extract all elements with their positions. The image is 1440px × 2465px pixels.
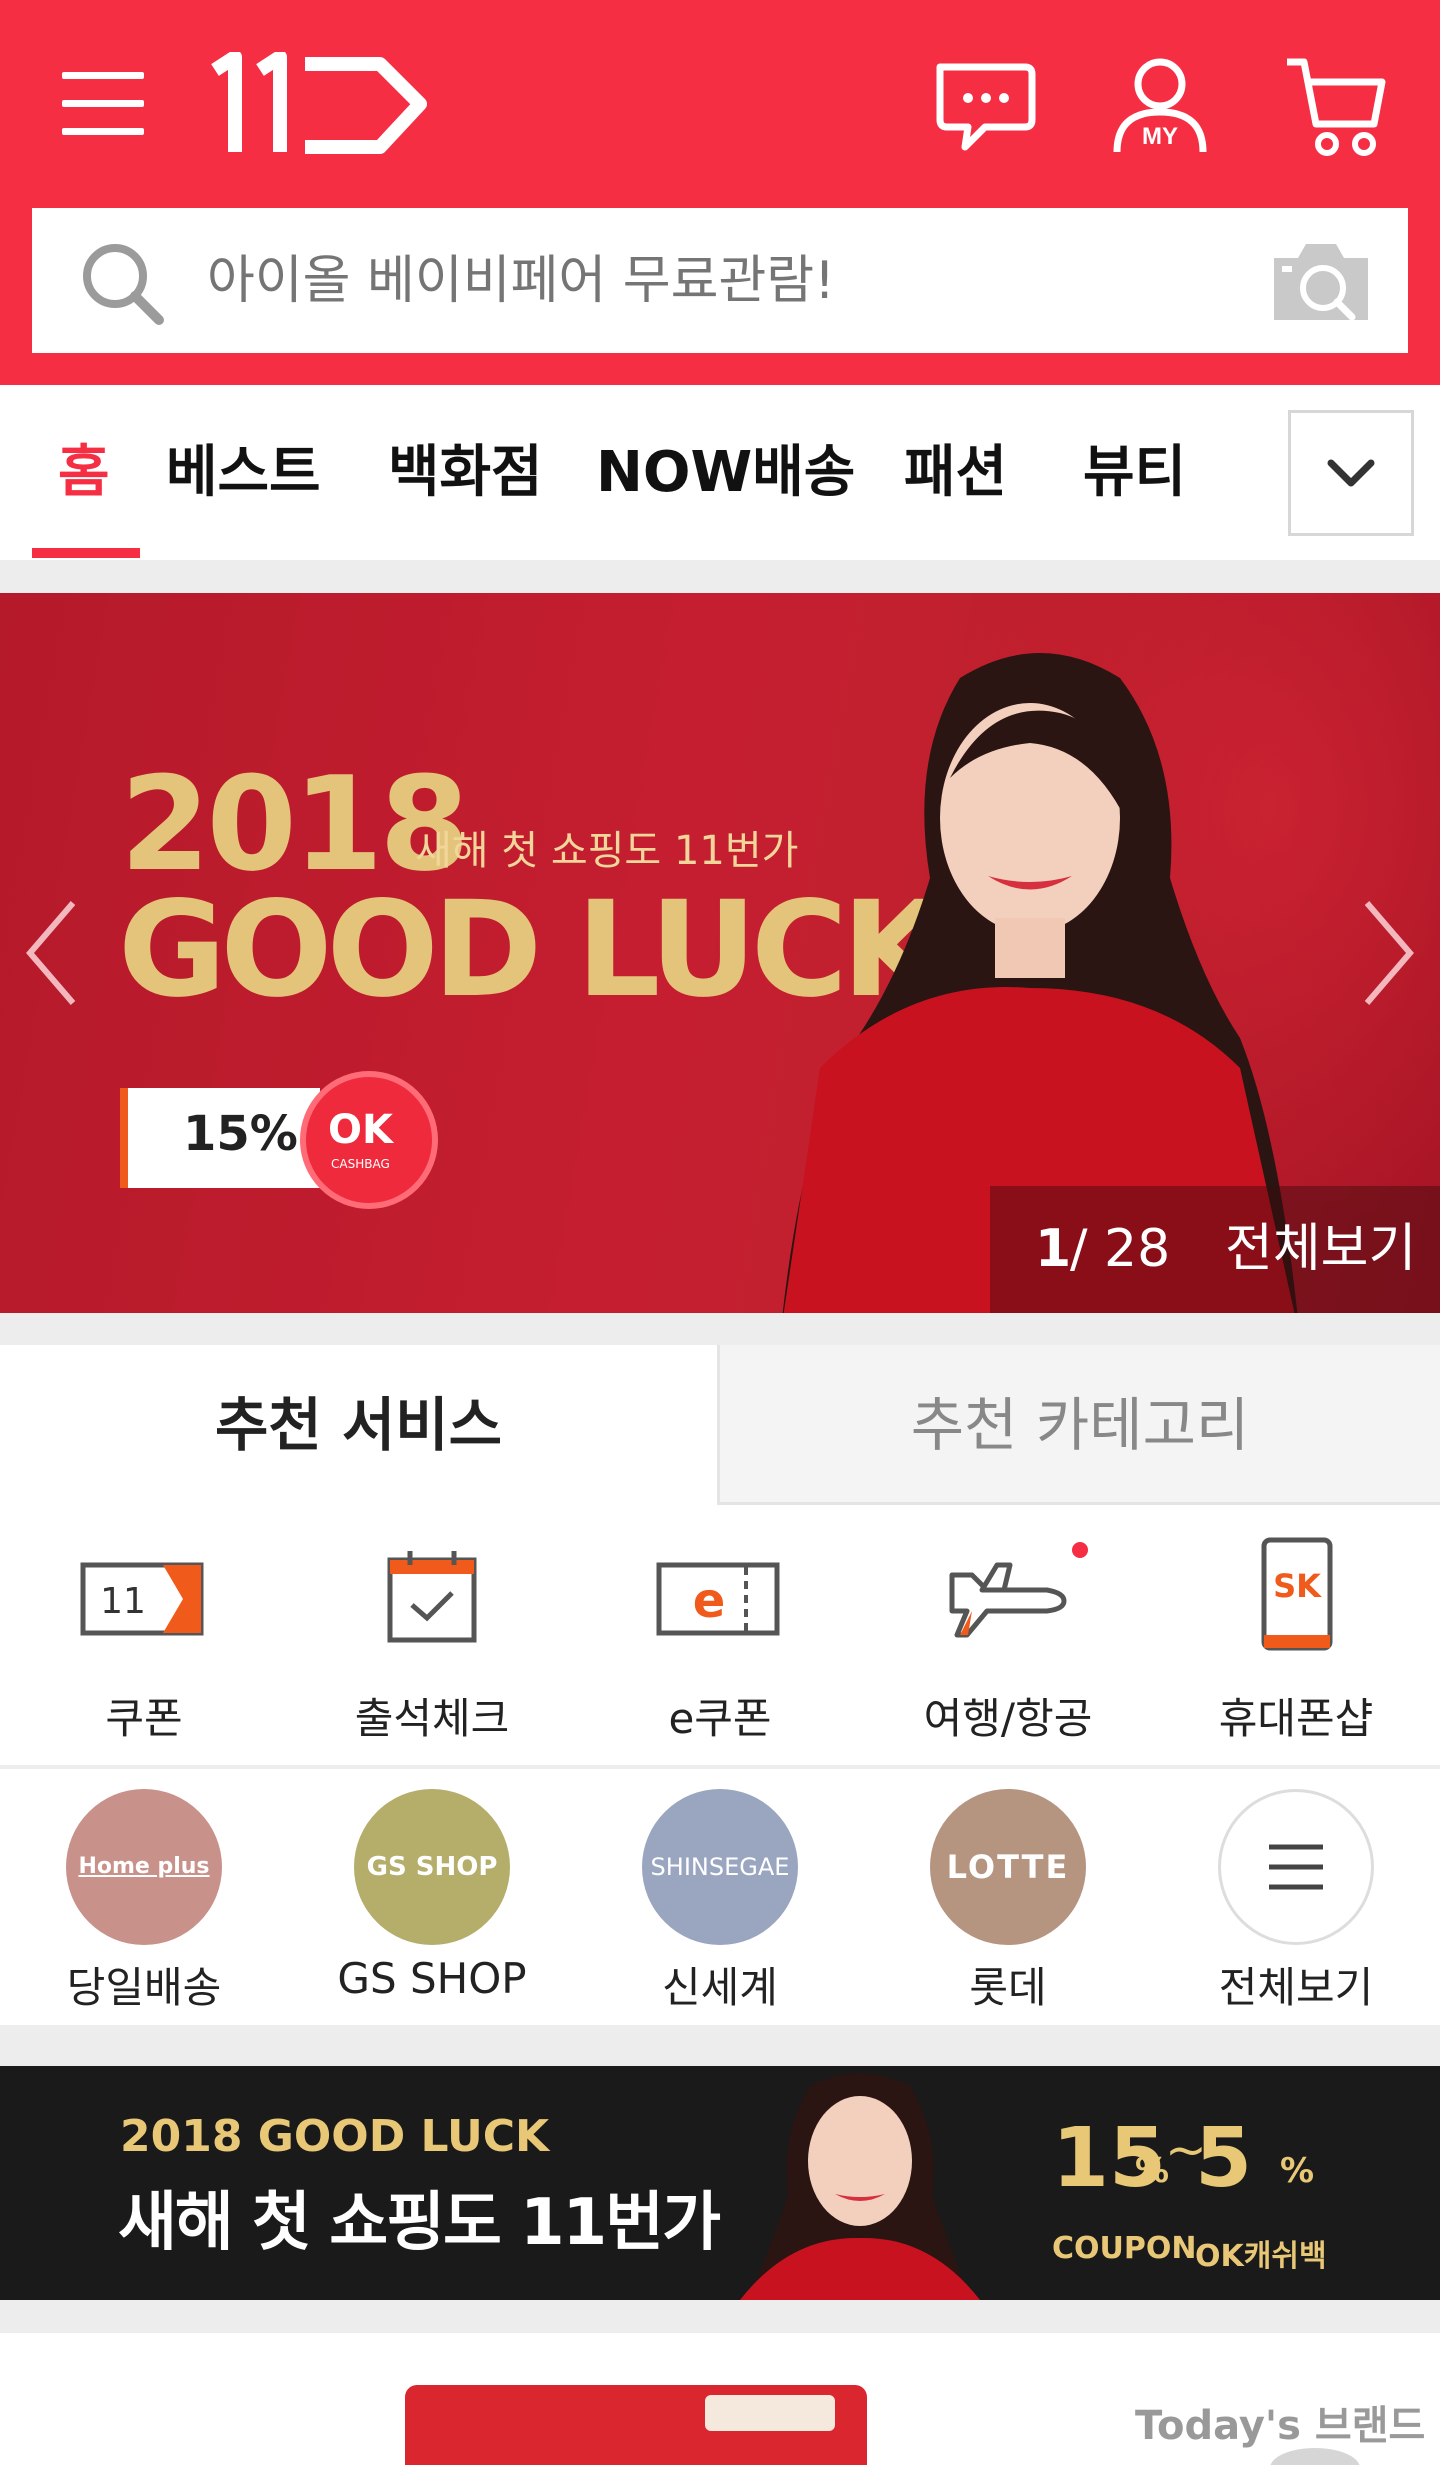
airplane-icon	[949, 1562, 1067, 1638]
banner-discount: 15%	[183, 1106, 298, 1162]
banner-pager[interactable]: 1 / 28 전체보기	[990, 1186, 1440, 1313]
service-lotte[interactable]: LOTTE 롯데	[864, 1769, 1152, 2029]
services-grid: 11 쿠폰 출석체크 e e쿠폰 여행/항공 SK 휴대폰샵 Home plus…	[0, 1505, 1440, 2025]
search-input[interactable]	[207, 208, 1207, 353]
cart-icon[interactable]	[1282, 52, 1392, 162]
promo-percent-sign: %	[1135, 2151, 1170, 2191]
service-label: GS SHOP	[337, 1954, 527, 2003]
chat-icon[interactable]	[930, 52, 1040, 162]
view-all-circle	[1218, 1789, 1374, 1945]
banner-current-page: 1	[1035, 1219, 1072, 1279]
tab-home[interactable]: 홈	[58, 385, 110, 560]
service-label: 신세계	[662, 1963, 778, 2012]
banner-subtitle: 새해 첫 쇼핑도 11번가	[415, 828, 799, 874]
service-shinsegae[interactable]: SHINSEGAE 신세계	[576, 1769, 864, 2029]
recommend-tabs: 추천 서비스 추천 카테고리	[0, 1345, 1440, 1505]
product-image	[405, 2385, 867, 2465]
coupon-number: 11	[100, 1581, 146, 1622]
menu-icon[interactable]	[62, 72, 146, 138]
service-attendance[interactable]: 출석체크	[288, 1505, 576, 1765]
coupon-icon: 11	[80, 1562, 204, 1636]
promo-banner[interactable]: 2018 GOOD LUCK 새해 첫 쇼핑도 11번가 15 % ~ 5 % …	[0, 2066, 1440, 2300]
tab-best[interactable]: 베스트	[166, 385, 321, 560]
today-brand-card[interactable]: Today's 브랜드	[0, 2333, 1440, 2465]
category-tabs: 홈 베스트 백화점 NOW배송 패션 뷰티	[0, 385, 1440, 560]
service-label: 당일배송	[66, 1963, 222, 2012]
today-brand-label: Today's 브랜드	[1135, 2403, 1426, 2449]
ok-cashbag-badge: OK CASHBAG	[300, 1071, 438, 1209]
camera-icon[interactable]	[1266, 238, 1376, 326]
tab-department[interactable]: 백화점	[388, 385, 543, 560]
ok-small-text: CASHBAG	[331, 1157, 390, 1171]
search-bar	[32, 208, 1408, 353]
new-badge-dot	[1072, 1542, 1088, 1558]
tab-recommended-services[interactable]: 추천 서비스	[0, 1345, 720, 1505]
tab-recommended-categories[interactable]: 추천 카테고리	[720, 1345, 1440, 1505]
tab-expand-button[interactable]	[1288, 410, 1414, 536]
service-label: 쿠폰	[105, 1694, 183, 1743]
product-label	[705, 2395, 835, 2431]
chevron-down-icon	[1327, 459, 1375, 487]
tab-beauty[interactable]: 뷰티	[1083, 385, 1186, 560]
service-label: 출석체크	[354, 1694, 510, 1743]
menu-lines-icon	[1269, 1844, 1323, 1890]
service-label: 휴대폰샵	[1218, 1694, 1374, 1743]
banner-discount-tag: 15%	[120, 1088, 320, 1188]
promo-coupon-caption: COUPON	[1052, 2231, 1197, 2266]
banner-total-pages: / 28	[1070, 1219, 1171, 1279]
shinsegae-logo: SHINSEGAE	[642, 1789, 798, 1945]
main-banner[interactable]: 2018 새해 첫 쇼핑도 11번가 GOOD LUCK 15% OK CASH…	[0, 593, 1440, 1313]
gs-shop-logo: GS SHOP	[354, 1789, 510, 1945]
11st-logo[interactable]	[205, 52, 435, 162]
promo-model-photo	[740, 2073, 980, 2300]
calendar-check-icon	[387, 1551, 477, 1643]
homeplus-logo: Home plus	[66, 1789, 222, 1945]
service-coupon[interactable]: 11 쿠폰	[0, 1505, 288, 1765]
promo-percent-sign: %	[1280, 2151, 1315, 2191]
service-label: e쿠폰	[668, 1694, 772, 1743]
service-homeplus[interactable]: Home plus 당일배송	[0, 1769, 288, 2029]
banner-prev-arrow[interactable]	[18, 893, 88, 1013]
e-coupon-icon: e	[656, 1562, 780, 1636]
e-letter: e	[693, 1573, 726, 1629]
promo-cashback-caption: OK캐쉬백	[1195, 2239, 1327, 2274]
promo-cashback-percent: 5	[1195, 2111, 1253, 2206]
service-label: 전체보기	[1218, 1963, 1374, 2012]
header: MY	[0, 0, 1440, 385]
promo-line2: 새해 첫 쇼핑도 11번가	[118, 2186, 721, 2260]
service-e-coupon[interactable]: e e쿠폰	[576, 1505, 864, 1765]
service-gs-shop[interactable]: GS SHOP GS SHOP	[288, 1769, 576, 2029]
phone-sk-icon: SK	[1261, 1537, 1333, 1651]
my-account-icon[interactable]: MY	[1105, 52, 1215, 162]
lotte-logo: LOTTE	[930, 1789, 1086, 1945]
service-phone-shop[interactable]: SK 휴대폰샵	[1152, 1505, 1440, 1765]
promo-line1: 2018 GOOD LUCK	[120, 2111, 550, 2162]
tab-fashion[interactable]: 패션	[904, 385, 1007, 560]
my-label: MY	[1142, 123, 1178, 150]
service-label: 롯데	[969, 1963, 1047, 2012]
sk-text: SK	[1273, 1567, 1322, 1605]
ok-text: OK	[328, 1107, 393, 1153]
banner-view-all[interactable]: 전체보기	[1225, 1186, 1416, 1313]
banner-next-arrow[interactable]	[1352, 893, 1422, 1013]
service-travel[interactable]: 여행/항공	[864, 1505, 1152, 1765]
active-tab-indicator	[32, 548, 140, 558]
tab-now-delivery[interactable]: NOW배송	[596, 385, 855, 560]
service-label: 여행/항공	[923, 1694, 1093, 1743]
search-icon[interactable]	[77, 238, 167, 328]
service-view-all[interactable]: 전체보기	[1152, 1769, 1440, 2029]
